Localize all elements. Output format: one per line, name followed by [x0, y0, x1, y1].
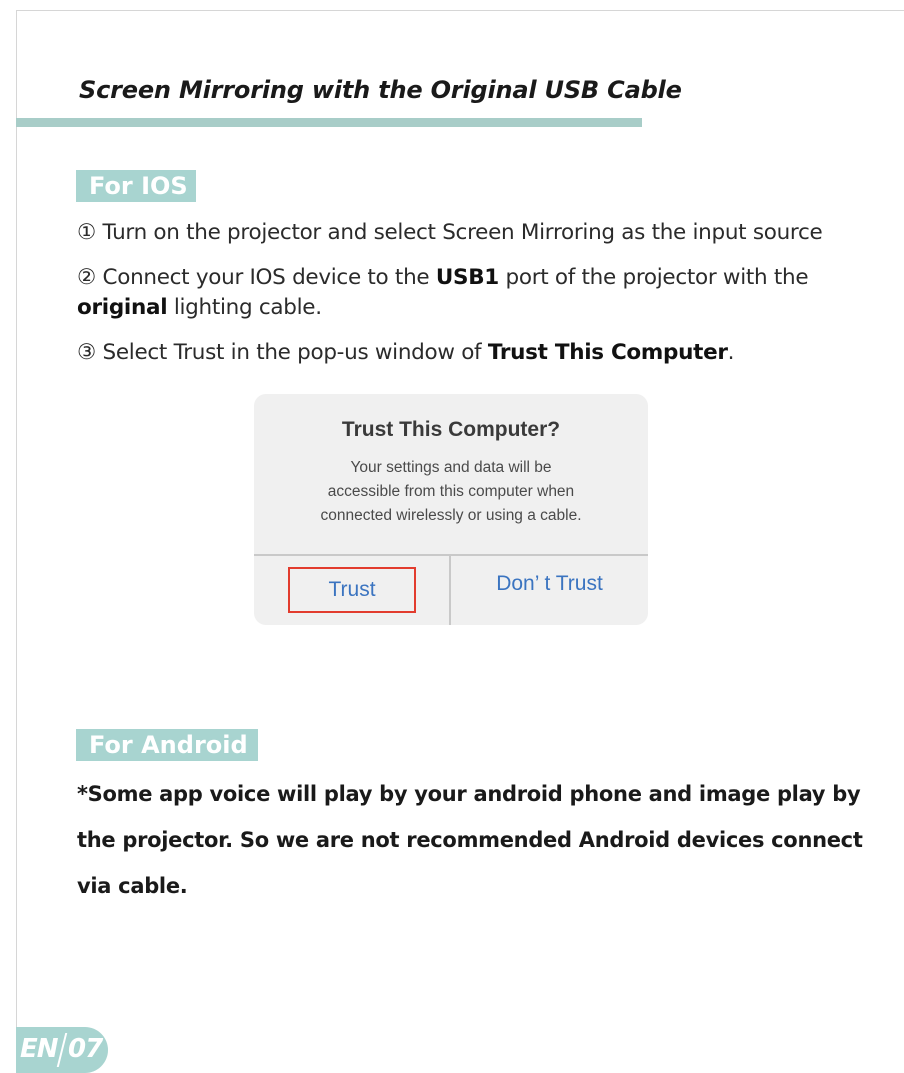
ios-step-2-suffix: lighting cable.: [167, 295, 322, 320]
dont-trust-button[interactable]: Don’ t Trust: [451, 556, 648, 625]
trust-button[interactable]: Trust: [288, 567, 416, 613]
dialog-message-line: connected wirelessly or using a cable.: [320, 507, 582, 524]
ios-step-2-prefix: ② Connect your IOS device to the: [77, 265, 436, 290]
trust-this-computer-emphasis: Trust This Computer: [487, 340, 728, 365]
ios-section-tag: For IOS: [76, 170, 196, 202]
ios-step-3: ③ Select Trust in the pop-us window of T…: [77, 338, 734, 368]
ios-step-2-continued: original lighting cable.: [77, 293, 322, 323]
ios-step-3-prefix: ③ Select Trust in the pop-us window of: [77, 340, 488, 365]
title-underline: [16, 118, 642, 127]
android-section-tag: For Android: [76, 729, 258, 761]
dialog-title: Trust This Computer?: [341, 418, 561, 441]
dialog-message: Your settings and data will be accessibl…: [254, 456, 648, 528]
dialog-message-line: accessible from this computer when: [327, 483, 575, 500]
ios-step-2-middle: port of the projector with the: [498, 265, 809, 290]
page-top-border: [16, 10, 904, 11]
ios-step-2: ② Connect your IOS device to the USB1 po…: [77, 263, 809, 293]
dialog-message-line: Your settings and data will be: [350, 459, 552, 476]
android-note: *Some app voice will play by your androi…: [77, 771, 897, 909]
android-note-line: the projector. So we are not recommended…: [77, 828, 863, 852]
ios-step-1: ① Turn on the projector and select Scree…: [77, 220, 823, 245]
android-note-line: *Some app voice will play by your androi…: [77, 782, 861, 806]
android-note-line: via cable.: [77, 874, 188, 898]
ios-step-3-suffix: .: [727, 340, 735, 365]
trust-dialog: Trust This Computer? Your settings and d…: [254, 394, 648, 625]
page-left-border: [16, 10, 17, 1060]
page-title: Screen Mirroring with the Original USB C…: [79, 76, 682, 104]
usb1-port-label: USB1: [435, 265, 499, 290]
original-emphasis: original: [77, 295, 168, 320]
